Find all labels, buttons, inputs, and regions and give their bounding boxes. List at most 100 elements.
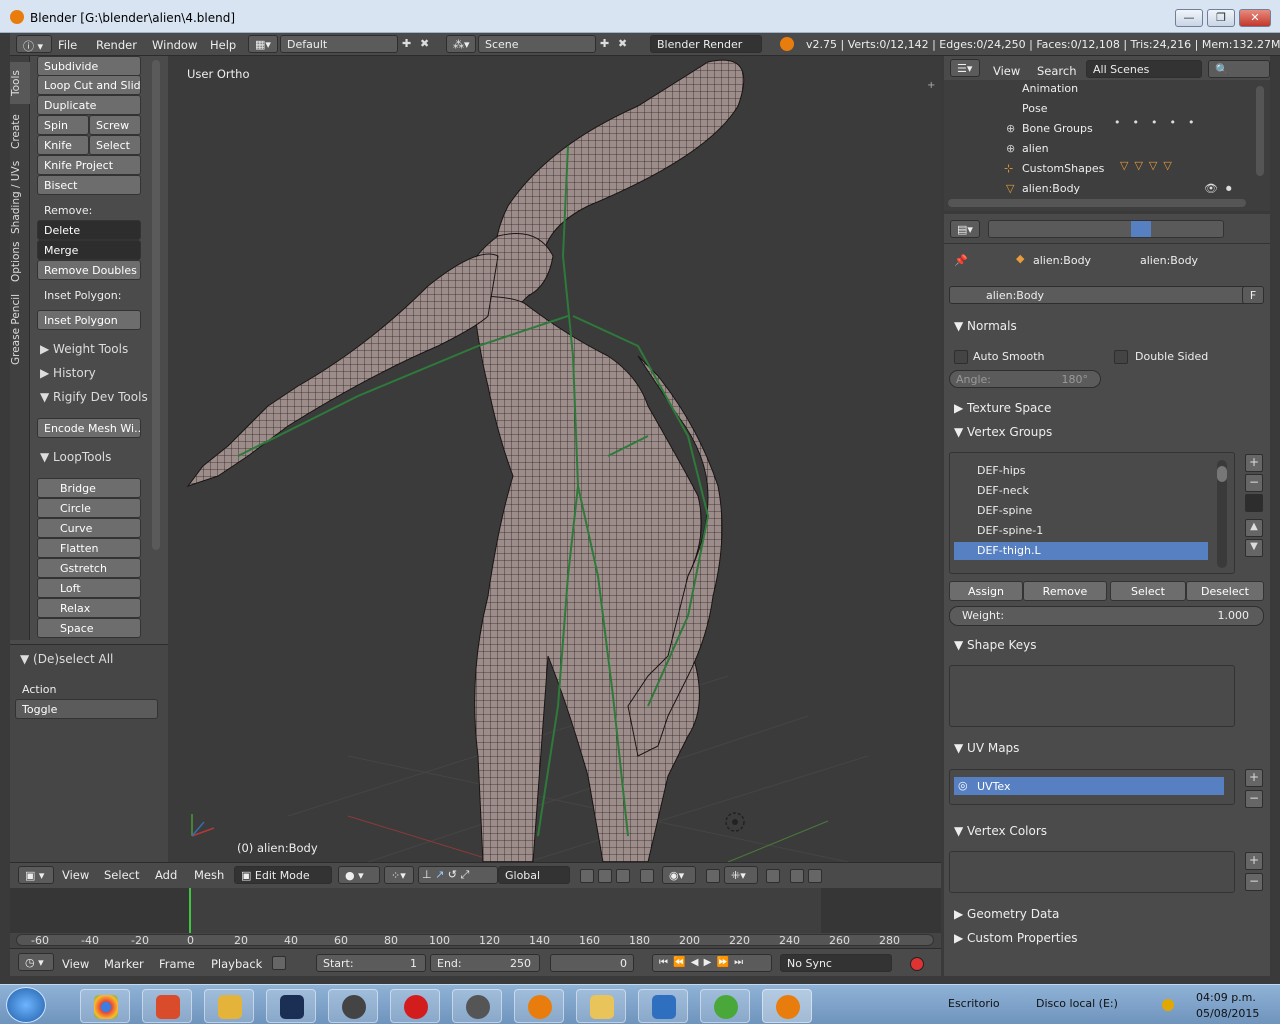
remove-doubles-button[interactable]: Remove Doubles bbox=[37, 260, 141, 280]
vertex-group-item[interactable]: DEF-neck bbox=[977, 484, 1029, 497]
snap-element-select[interactable]: ⁜▾ bbox=[724, 866, 758, 884]
current-frame-line[interactable] bbox=[189, 888, 191, 933]
remove-vertex-group-button[interactable]: − bbox=[1245, 474, 1263, 492]
menu-add[interactable]: Add bbox=[155, 868, 177, 882]
tab-shading-uvs[interactable]: Shading / UVs bbox=[10, 160, 30, 234]
double-sided-checkbox[interactable] bbox=[1114, 350, 1128, 364]
add-layout-icon[interactable]: ✚ bbox=[402, 37, 411, 50]
visibility-eye-icon[interactable]: 👁 bbox=[1204, 182, 1218, 195]
blender-taskbar-icon[interactable] bbox=[514, 989, 564, 1023]
custom-properties-panel[interactable]: ▶ Custom Properties bbox=[954, 931, 1077, 945]
merge-menu[interactable]: Merge bbox=[37, 240, 141, 260]
vertex-groups-panel[interactable]: ▼ Vertex Groups bbox=[954, 425, 1052, 439]
tab-tools[interactable]: Tools bbox=[10, 62, 30, 104]
outliner-row-animation[interactable]: Animation bbox=[1022, 82, 1078, 95]
vertex-group-specials-button[interactable] bbox=[1245, 494, 1263, 512]
pivot-select[interactable]: ⁘▾ bbox=[384, 866, 414, 884]
maximize-button[interactable]: ❐ bbox=[1207, 9, 1235, 27]
vertex-group-item[interactable]: DEF-spine bbox=[977, 504, 1032, 517]
history-panel[interactable]: ▶ History bbox=[40, 366, 96, 380]
preview-range-icon[interactable] bbox=[272, 956, 286, 970]
action-select[interactable]: Toggle bbox=[15, 699, 158, 719]
tab-options[interactable]: Options bbox=[10, 238, 30, 286]
chrome-taskbar-icon[interactable] bbox=[80, 989, 130, 1023]
encode-mesh-button[interactable]: Encode Mesh Wi... bbox=[37, 418, 141, 438]
sync-select[interactable]: No Sync bbox=[780, 954, 892, 972]
looptools-relax[interactable]: Relax bbox=[37, 598, 141, 618]
winamp-taskbar-icon[interactable] bbox=[204, 989, 254, 1023]
delete-menu[interactable]: Delete bbox=[37, 220, 141, 240]
tab-grease-pencil[interactable]: Grease Pencil bbox=[10, 290, 30, 368]
outliner-hscrollbar[interactable] bbox=[948, 199, 1246, 207]
orientation-select[interactable]: Global bbox=[498, 866, 570, 884]
subdivide-button[interactable]: Subdivide bbox=[37, 56, 141, 76]
bisect-button[interactable]: Bisect bbox=[37, 175, 141, 195]
manipulator-buttons[interactable]: ⊥ ↗ ↺ ⤢ bbox=[418, 866, 498, 884]
outliner-row-pose[interactable]: Pose bbox=[1022, 102, 1047, 115]
menu-help[interactable]: Help bbox=[210, 38, 236, 52]
vertex-colors-panel[interactable]: ▼ Vertex Colors bbox=[954, 824, 1047, 838]
blender-active-taskbar-icon[interactable] bbox=[762, 989, 812, 1023]
tool-shelf-scrollbar[interactable] bbox=[152, 60, 160, 550]
normals-panel[interactable]: ▼ Normals bbox=[954, 319, 1017, 333]
menu-file[interactable]: File bbox=[58, 38, 77, 52]
add-scene-icon[interactable]: ✚ bbox=[600, 37, 609, 50]
editor-type-outliner-icon[interactable]: ☰▾ bbox=[950, 59, 980, 77]
end-frame-field[interactable]: End: 250 bbox=[430, 954, 540, 972]
looptools-flatten[interactable]: Flatten bbox=[37, 538, 141, 558]
scene-field[interactable]: Scene bbox=[478, 35, 596, 53]
menu-playback[interactable]: Playback bbox=[211, 957, 262, 971]
uv-map-item[interactable]: UVTex bbox=[977, 780, 1011, 793]
move-down-button[interactable]: ▼ bbox=[1245, 539, 1263, 557]
clock-date[interactable]: 05/08/2015 bbox=[1196, 1007, 1259, 1020]
menu-render[interactable]: Render bbox=[96, 38, 137, 52]
tab-create[interactable]: Create bbox=[10, 108, 30, 156]
delete-layout-icon[interactable]: ✖ bbox=[420, 37, 429, 50]
menu-mesh[interactable]: Mesh bbox=[194, 868, 224, 882]
deselect-button[interactable]: Deselect bbox=[1186, 581, 1264, 601]
mode-select[interactable]: ▣ Edit Mode bbox=[234, 866, 332, 884]
remove-vertex-color-button[interactable]: − bbox=[1245, 873, 1263, 891]
menu-frame[interactable]: Frame bbox=[159, 957, 195, 971]
outliner-row-customshapes[interactable]: CustomShapes bbox=[1022, 162, 1104, 175]
tab-mesh-data[interactable] bbox=[1131, 221, 1151, 237]
start-frame-field[interactable]: Start: 1 bbox=[316, 954, 426, 972]
properties-context-tabs[interactable] bbox=[988, 220, 1224, 238]
select-button[interactable]: Select bbox=[1110, 581, 1186, 601]
vertex-groups-scrollbar[interactable] bbox=[1217, 460, 1227, 568]
playback-controls[interactable]: ⏮ ⏪ ◀ ▶ ⏩ ⏭ bbox=[652, 954, 772, 972]
looptools-circle[interactable]: Circle bbox=[37, 498, 141, 518]
spin-button[interactable]: Spin bbox=[37, 115, 89, 135]
close-button[interactable]: ✕ bbox=[1239, 9, 1271, 27]
looptools-space[interactable]: Space bbox=[37, 618, 141, 638]
shape-keys-panel[interactable]: ▼ Shape Keys bbox=[954, 638, 1036, 652]
pin-icon[interactable]: 📌 bbox=[954, 254, 968, 267]
outliner-row-alien-body[interactable]: alien:Body bbox=[1022, 182, 1080, 195]
record-app-taskbar-icon[interactable] bbox=[390, 989, 440, 1023]
utorrent-taskbar-icon[interactable] bbox=[700, 989, 750, 1023]
deselect-all-panel[interactable]: ▼ (De)select All bbox=[20, 652, 113, 666]
screw-button[interactable]: Screw bbox=[89, 115, 141, 135]
vertex-group-item-selected[interactable]: DEF-thigh.L bbox=[977, 544, 1041, 557]
mesh-datablock-field[interactable]: alien:Body bbox=[949, 286, 1249, 304]
record-icon[interactable] bbox=[910, 957, 924, 971]
looptools-loft[interactable]: Loft bbox=[37, 578, 141, 598]
render-anim-icon[interactable] bbox=[808, 869, 822, 883]
outliner-row-bone-groups[interactable]: Bone Groups bbox=[1022, 122, 1093, 135]
edge-select-icon[interactable] bbox=[598, 869, 612, 883]
duplicate-button[interactable]: Duplicate bbox=[37, 95, 141, 115]
remove-button[interactable]: Remove bbox=[1023, 581, 1107, 601]
add-vertex-group-button[interactable]: + bbox=[1245, 454, 1263, 472]
screen-layout-field[interactable]: Default bbox=[280, 35, 398, 53]
geometry-data-panel[interactable]: ▶ Geometry Data bbox=[954, 907, 1059, 921]
menu-outliner-search[interactable]: Search bbox=[1037, 64, 1077, 78]
menu-view[interactable]: View bbox=[62, 868, 89, 882]
vertex-select-icon[interactable] bbox=[580, 869, 594, 883]
weight-tools-panel[interactable]: ▶ Weight Tools bbox=[40, 342, 128, 356]
disco-toolbar[interactable]: Disco local (E:) bbox=[1036, 997, 1118, 1010]
3d-viewport[interactable]: User Ortho (0) alien:Body + bbox=[168, 56, 941, 862]
outliner-scrollbar[interactable] bbox=[1256, 86, 1264, 176]
add-vertex-color-button[interactable]: + bbox=[1245, 852, 1263, 870]
knife-select-button[interactable]: Select bbox=[89, 135, 141, 155]
assign-button[interactable]: Assign bbox=[949, 581, 1023, 601]
